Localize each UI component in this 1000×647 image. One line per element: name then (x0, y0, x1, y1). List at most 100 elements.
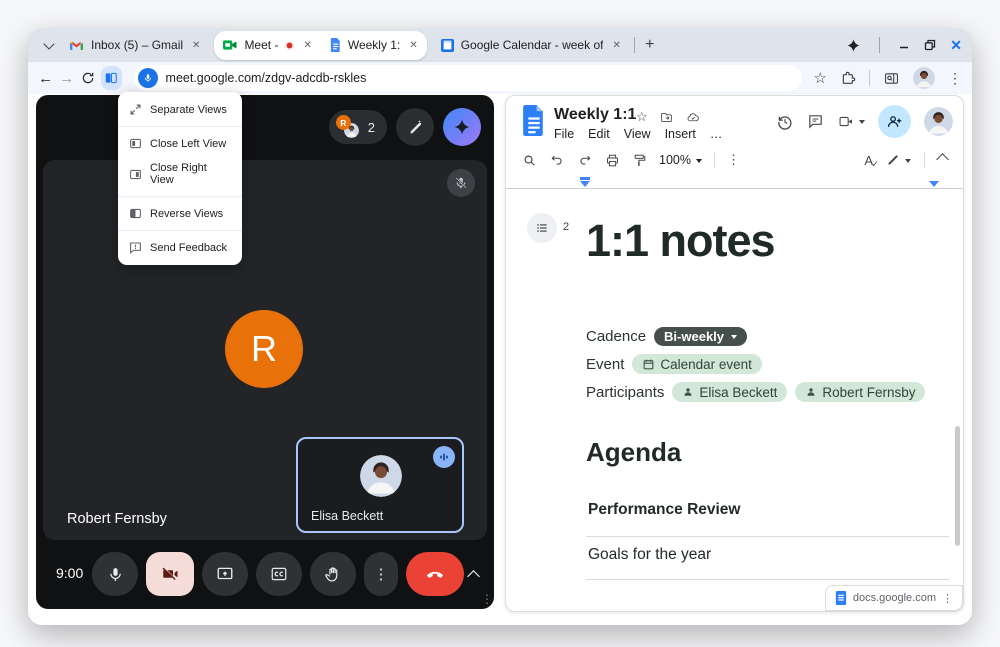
menu-overflow[interactable]: … (710, 127, 723, 141)
participants-pill[interactable]: R 2 (329, 110, 387, 144)
docs-scrollbar[interactable] (955, 426, 960, 546)
extensions-icon[interactable] (840, 70, 856, 86)
agenda-item[interactable]: Performance Review (588, 501, 741, 519)
back-button[interactable]: ← (38, 66, 53, 90)
hide-menus-chevron[interactable] (938, 151, 947, 169)
tab-close-icon[interactable]: ✕ (409, 40, 417, 51)
move-folder-icon[interactable] (659, 111, 674, 124)
more-options-button[interactable]: ⋮ (364, 552, 398, 596)
tab-calendar[interactable]: Google Calendar - week of ✕ (432, 28, 630, 62)
side-panel-search-icon[interactable] (883, 71, 900, 86)
horizontal-rule (586, 579, 949, 580)
spelling-check-icon[interactable]: A✓ (864, 153, 873, 168)
tab-close-icon[interactable]: ✕ (303, 40, 311, 51)
chevron-down-icon (731, 335, 737, 342)
meet-panel: R 2 (36, 95, 494, 609)
print-icon[interactable] (605, 153, 620, 168)
tab-meet[interactable]: Meet - ✕ (214, 31, 320, 60)
star-document-icon[interactable]: ☆ (636, 109, 648, 125)
menu-item-close-left-view[interactable]: Close Left View (118, 131, 242, 156)
voice-search-icon[interactable] (138, 68, 158, 88)
close-right-view-icon (129, 168, 142, 181)
new-tab-button[interactable]: + (639, 34, 661, 56)
send-feedback-icon (129, 241, 142, 254)
minimize-button[interactable] (898, 39, 910, 51)
domain-badge: docs.google.com ⋮ (825, 585, 963, 611)
bookmark-star-icon[interactable]: ☆ (814, 69, 827, 87)
docs-icon (835, 591, 847, 605)
share-button[interactable] (878, 105, 911, 138)
menu-item-reverse-views[interactable]: Reverse Views (118, 201, 242, 226)
participant-chip[interactable]: Elisa Beckett (672, 382, 787, 402)
tab-label: Google Calendar - week of (461, 38, 604, 52)
toolbar-overflow-icon[interactable]: ⋮ (727, 152, 740, 168)
paint-format-icon[interactable] (632, 153, 647, 168)
indent-marker-bar[interactable] (580, 177, 590, 180)
gemini-button[interactable] (443, 108, 481, 146)
menu-edit[interactable]: Edit (588, 127, 610, 141)
address-bar[interactable]: meet.google.com/zdgv-adcdb-rskles (134, 65, 802, 91)
document-title[interactable]: Weekly 1:1 (554, 106, 636, 124)
redo-icon[interactable] (577, 153, 593, 167)
agenda-item[interactable]: Goals for the year (588, 546, 711, 564)
menu-view[interactable]: View (624, 127, 651, 141)
present-button[interactable] (202, 552, 248, 596)
outline-button[interactable] (527, 213, 557, 243)
tab-search-chevron[interactable] (38, 34, 60, 56)
menu-divider (118, 230, 242, 231)
split-view-button[interactable] (101, 66, 121, 90)
cadence-dropdown-chip[interactable]: Bi-weekly (654, 327, 747, 346)
menu-item-separate-views[interactable]: Separate Views (118, 97, 242, 122)
menu-file[interactable]: File (554, 127, 574, 141)
gemini-icon (453, 118, 471, 136)
comments-icon[interactable] (807, 113, 824, 130)
reload-button[interactable] (80, 66, 95, 90)
gemini-sparkle-icon[interactable] (846, 38, 861, 53)
close-window-button[interactable]: ✕ (950, 37, 962, 54)
tab-close-icon[interactable]: ✕ (612, 40, 620, 51)
reverse-views-icon (129, 207, 142, 220)
raise-hand-button[interactable] (310, 552, 356, 596)
domain-text: docs.google.com (853, 592, 936, 604)
mic-button[interactable] (92, 552, 138, 596)
forward-button[interactable]: → (59, 66, 74, 90)
pen-mode-button[interactable] (886, 153, 911, 167)
restore-button[interactable] (924, 39, 936, 51)
docs-logo-icon (522, 105, 545, 136)
docs-toolbar: 100% ⋮ A✓ (506, 146, 963, 174)
calendar-event-chip[interactable]: Calendar event (632, 354, 762, 374)
undo-icon[interactable] (549, 153, 565, 167)
docs-profile-avatar[interactable] (924, 107, 953, 136)
tab-gmail[interactable]: Inbox (5) – Gmail ✕ (60, 28, 209, 62)
agenda-heading[interactable]: Agenda (586, 437, 681, 468)
tab-close-icon[interactable]: ✕ (192, 40, 200, 51)
zoom-value: 100% (659, 153, 691, 167)
search-icon[interactable] (522, 153, 537, 168)
participants-count: 2 (368, 120, 375, 135)
participant-chip[interactable]: Robert Fernsby (795, 382, 925, 402)
menu-item-close-right-view[interactable]: Close Right View (118, 156, 242, 192)
audio-level-icon (433, 446, 455, 468)
self-video-tile[interactable]: Elisa Beckett (296, 437, 464, 533)
menu-item-send-feedback[interactable]: Send Feedback (118, 235, 242, 260)
camera-off-button[interactable] (146, 552, 194, 596)
cloud-status-icon[interactable] (685, 111, 701, 124)
mic-muted-icon (447, 169, 475, 197)
badge-overflow-icon[interactable]: ⋮ (942, 592, 953, 605)
captions-button[interactable] (256, 552, 302, 596)
video-camera-icon (837, 114, 855, 129)
zoom-control[interactable]: 100% (659, 153, 702, 167)
mic-icon (107, 566, 124, 583)
tab-docs[interactable]: Weekly 1: ✕ (321, 31, 427, 60)
meet-join-button[interactable] (837, 114, 865, 129)
menu-insert[interactable]: Insert (665, 127, 696, 141)
doc-heading[interactable]: 1:1 notes (586, 215, 775, 267)
magic-pen-button[interactable] (396, 108, 434, 146)
end-call-button[interactable] (406, 552, 464, 596)
split-resize-handle[interactable]: ⋮ (481, 592, 493, 606)
cadence-row: Cadence Bi-weekly (586, 325, 925, 347)
version-history-icon[interactable] (776, 113, 794, 131)
browser-profile-avatar[interactable] (913, 67, 935, 89)
browser-menu-icon[interactable]: ⋮ (948, 70, 962, 87)
collapse-controls-chevron[interactable] (469, 568, 478, 586)
